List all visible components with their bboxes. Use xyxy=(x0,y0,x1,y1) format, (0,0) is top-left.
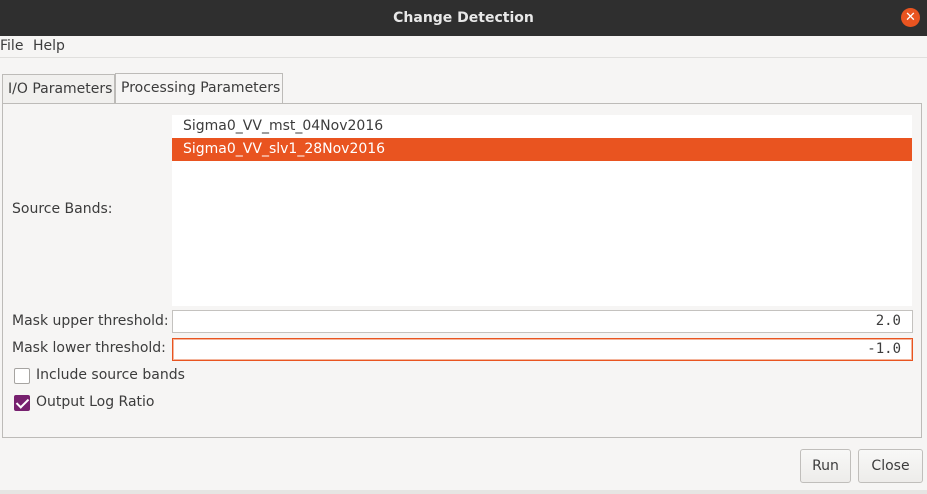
close-icon: ✕ xyxy=(905,10,916,25)
window-bottom-edge xyxy=(0,490,927,494)
menu-bar: File Help xyxy=(0,36,927,58)
mask-lower-threshold-input[interactable]: -1.0 xyxy=(172,338,913,361)
list-item-selected[interactable]: Sigma0_VV_slv1_28Nov2016 xyxy=(172,138,912,161)
mask-upper-threshold-input[interactable]: 2.0 xyxy=(172,310,913,333)
close-button[interactable]: Close xyxy=(858,449,923,483)
band-name: Sigma0_VV_mst_04Nov2016 xyxy=(183,118,384,134)
tab-processing-label: Processing Parameters xyxy=(121,80,281,96)
run-button[interactable]: Run xyxy=(800,449,851,483)
band-name: Sigma0_VV_slv1_28Nov2016 xyxy=(183,141,386,157)
output-log-ratio-checkbox[interactable] xyxy=(14,395,30,411)
run-button-label: Run xyxy=(812,458,839,474)
mask-upper-label: Mask upper threshold: xyxy=(12,313,169,329)
mask-lower-label: Mask lower threshold: xyxy=(12,340,166,356)
include-source-bands-label: Include source bands xyxy=(36,367,185,383)
menu-file[interactable]: File xyxy=(0,38,23,54)
window-title: Change Detection xyxy=(393,10,534,26)
mask-upper-value: 2.0 xyxy=(875,313,901,329)
title-bar: Change Detection ✕ xyxy=(0,0,927,36)
menu-help[interactable]: Help xyxy=(33,38,65,54)
tab-io-parameters[interactable]: I/O Parameters xyxy=(2,74,115,103)
list-item[interactable]: Sigma0_VV_mst_04Nov2016 xyxy=(172,115,912,138)
close-button-label: Close xyxy=(871,458,910,474)
tab-io-label: I/O Parameters xyxy=(8,81,113,97)
tab-processing-parameters[interactable]: Processing Parameters xyxy=(115,73,283,104)
source-bands-list[interactable]: Sigma0_VV_mst_04Nov2016 Sigma0_VV_slv1_2… xyxy=(172,115,912,306)
mask-lower-value: -1.0 xyxy=(867,341,901,357)
include-source-bands-checkbox[interactable] xyxy=(14,368,30,384)
source-bands-label: Source Bands: xyxy=(12,201,113,217)
window-close-button[interactable]: ✕ xyxy=(901,8,920,27)
output-log-ratio-label: Output Log Ratio xyxy=(36,394,155,410)
